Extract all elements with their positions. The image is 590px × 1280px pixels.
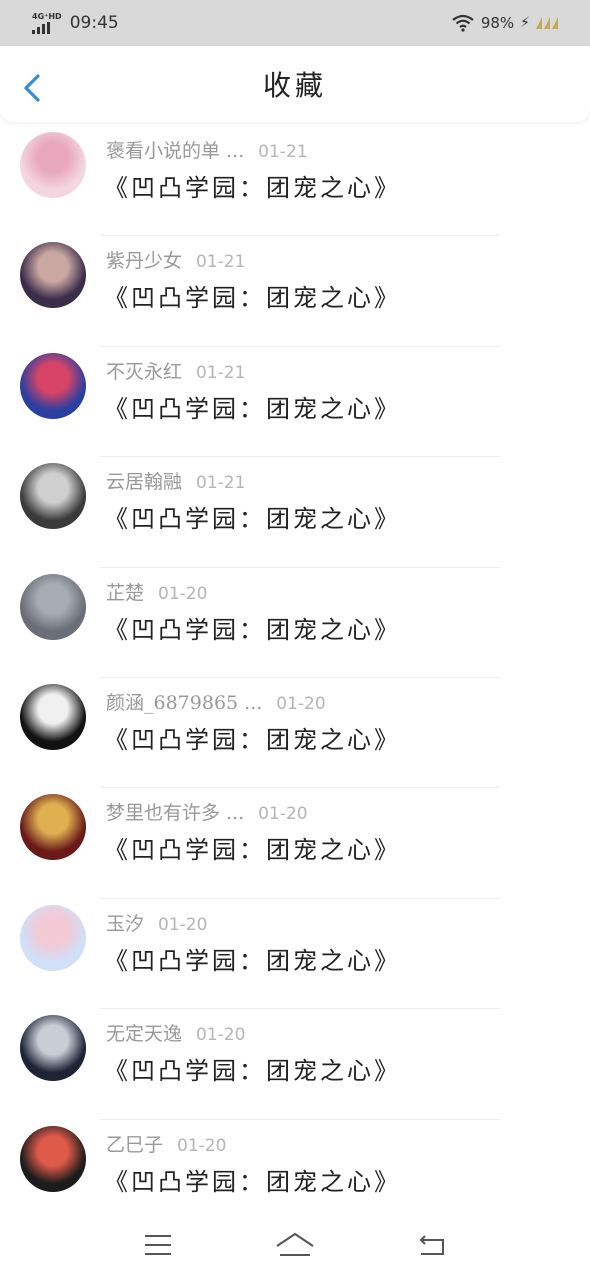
status-right: 98% ⚡ (451, 14, 558, 32)
item-date: 01-20 (276, 693, 326, 714)
list-item[interactable]: 云居翰融 01-21 《凹凸学园：团宠之心》 (0, 457, 590, 568)
item-meta: 无定天逸 01-20 (106, 1019, 245, 1046)
item-date: 01-20 (177, 1135, 227, 1156)
book-title[interactable]: 《凹凸学园：团宠之心》 (104, 1051, 401, 1086)
charging-icon: ⚡ (520, 15, 530, 31)
avatar[interactable] (20, 352, 86, 419)
user-name[interactable]: 褒看小说的单 ... (106, 140, 244, 162)
item-date: 01-20 (158, 914, 208, 935)
list-item[interactable]: 不灭永红 01-21 《凹凸学园：团宠之心》 (0, 347, 590, 458)
back-icon (419, 1235, 444, 1255)
book-title[interactable]: 《凹凸学园：团宠之心》 (104, 168, 401, 203)
avatar[interactable] (20, 683, 86, 750)
book-title[interactable]: 《凹凸学园：团宠之心》 (104, 610, 401, 645)
avatar[interactable] (20, 1125, 86, 1192)
battery-icon (536, 17, 558, 29)
item-date: 01-20 (196, 1025, 246, 1046)
home-icon (276, 1232, 314, 1256)
list-item[interactable]: 颜涵_6879865 ... 01-20 《凹凸学园：团宠之心》 (0, 678, 590, 789)
item-date: 01-21 (196, 252, 246, 273)
status-bar: 4G⁺HD 09:45 98% ⚡ (0, 0, 590, 46)
item-meta: 云居翰融 01-21 (106, 467, 245, 494)
list-item[interactable]: 无定天逸 01-20 《凹凸学园：团宠之心》 (0, 1009, 590, 1120)
book-title[interactable]: 《凹凸学园：团宠之心》 (104, 1162, 401, 1197)
item-date: 01-21 (196, 362, 246, 383)
avatar[interactable] (20, 132, 86, 198)
user-name[interactable]: 紫丹少女 (106, 250, 182, 272)
chevron-left-icon[interactable] (20, 72, 46, 104)
network-label: 4G⁺HD (32, 11, 62, 21)
wifi-icon (452, 14, 474, 32)
user-name[interactable]: 芷楚 (106, 582, 144, 604)
book-title[interactable]: 《凹凸学园：团宠之心》 (104, 278, 401, 313)
home-button[interactable] (275, 1225, 315, 1265)
avatar[interactable] (20, 242, 86, 309)
user-name[interactable]: 云居翰融 (106, 471, 182, 493)
item-date: 01-21 (258, 142, 308, 162)
avatar[interactable] (20, 1015, 86, 1082)
user-name[interactable]: 不灭永红 (106, 361, 182, 383)
item-meta: 芷楚 01-20 (106, 578, 207, 605)
item-date: 01-20 (158, 583, 208, 604)
book-title[interactable]: 《凹凸学园：团宠之心》 (104, 941, 401, 976)
user-name[interactable]: 梦里也有许多 ... (106, 802, 244, 824)
back-button[interactable] (412, 1225, 452, 1265)
list-item[interactable]: 紫丹少女 01-21 《凹凸学园：团宠之心》 (0, 236, 590, 347)
avatar[interactable] (20, 904, 86, 971)
item-meta: 乙巳子 01-20 (106, 1130, 226, 1157)
system-nav-bar (0, 1210, 590, 1280)
item-meta: 梦里也有许多 ... 01-20 (106, 798, 308, 825)
menu-button[interactable] (138, 1225, 178, 1265)
app-header: 收藏 (0, 46, 590, 122)
item-date: 01-21 (196, 473, 246, 494)
book-title[interactable]: 《凹凸学园：团宠之心》 (104, 389, 401, 424)
user-name[interactable]: 玉汐 (106, 913, 144, 935)
status-left: 4G⁺HD 09:45 (32, 11, 119, 34)
list-item[interactable]: 梦里也有许多 ... 01-20 《凹凸学园：团宠之心》 (0, 788, 590, 899)
user-name[interactable]: 无定天逸 (106, 1023, 182, 1045)
signal-icon (32, 21, 50, 34)
list-item[interactable]: 玉汐 01-20 《凹凸学园：团宠之心》 (0, 899, 590, 1010)
list-item[interactable]: 芷楚 01-20 《凹凸学园：团宠之心》 (0, 568, 590, 678)
item-meta: 褒看小说的单 ... 01-21 (106, 136, 308, 163)
item-meta: 紫丹少女 01-21 (106, 246, 245, 273)
item-meta: 玉汐 01-20 (106, 909, 207, 936)
favorites-list: 褒看小说的单 ... 01-21 《凹凸学园：团宠之心》 紫丹少女 01-21 《凹凸学园… (0, 126, 590, 1230)
avatar[interactable] (20, 463, 86, 530)
user-name[interactable]: 颜涵_6879865 ... (106, 692, 262, 714)
avatar[interactable] (20, 573, 86, 640)
page-title: 收藏 (262, 69, 327, 102)
avatar[interactable] (20, 794, 86, 861)
book-title[interactable]: 《凹凸学园：团宠之心》 (104, 830, 401, 865)
item-meta: 不灭永红 01-21 (106, 357, 245, 384)
menu-icon (145, 1235, 172, 1255)
item-meta: 颜涵_6879865 ... 01-20 (106, 688, 326, 715)
clock: 09:45 (69, 13, 119, 33)
list-item[interactable]: 褒看小说的单 ... 01-21 《凹凸学园：团宠之心》 (0, 126, 590, 237)
book-title[interactable]: 《凹凸学园：团宠之心》 (104, 720, 401, 755)
network-indicator: 4G⁺HD (32, 11, 62, 34)
item-date: 01-20 (258, 804, 308, 825)
book-title[interactable]: 《凹凸学园：团宠之心》 (104, 499, 401, 534)
battery-percent: 98% (480, 14, 515, 32)
user-name[interactable]: 乙巳子 (106, 1134, 163, 1156)
